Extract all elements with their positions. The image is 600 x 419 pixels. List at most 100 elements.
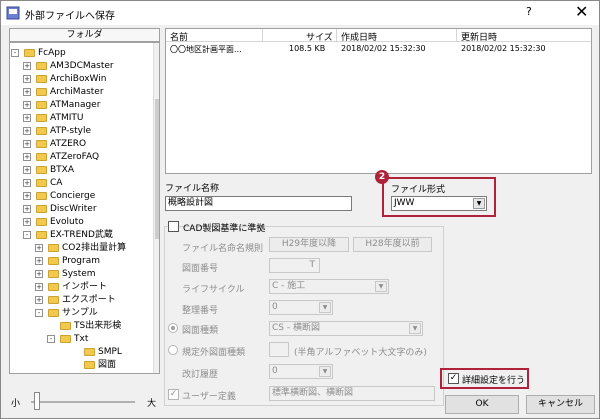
folder-icon [36,62,47,70]
size-slider-track[interactable] [31,401,135,403]
collapse-icon[interactable]: - [47,335,55,343]
drawing-number-label: 図面番号 [182,264,219,274]
collapse-icon[interactable]: - [11,49,19,57]
expand-icon[interactable]: + [23,192,31,200]
expand-icon[interactable]: + [23,166,31,174]
expand-icon[interactable]: + [23,218,31,226]
expand-icon[interactable]: + [35,244,43,252]
tree-item-label: ATMITU [50,113,84,123]
tree-scrollbar-thumb[interactable] [155,99,159,239]
collapse-icon[interactable]: - [23,231,31,239]
lifecycle-select[interactable]: C - 施工 ▼ [269,279,389,294]
save-to-external-file-dialog: 外部ファイルへ保存 ? ✕ フォルダ 図面 SMPL - Txt TS出来形検 - サンプル… [0,0,600,419]
folder-icon [36,114,47,122]
folder-icon [36,153,47,161]
expand-icon[interactable]: + [35,283,43,291]
h29-button[interactable]: H29年度以降 [269,237,349,252]
folder-icon [60,322,71,330]
close-button[interactable]: ✕ [575,2,588,21]
non-standard-hint: (半角アルファベット大文字のみ) [294,348,427,358]
expand-icon[interactable]: + [23,153,31,161]
sort-number-select[interactable]: 0 ▼ [269,300,333,315]
drawing-type-select[interactable]: CS - 横断図 ▼ [269,321,423,336]
folder-icon [36,166,47,174]
slider-large-label: 大 [147,399,157,409]
tree-item-label: BTXA [50,165,74,175]
folder-icon [60,335,71,343]
folder-icon [48,283,59,291]
sort-number-value: 0 [272,302,278,312]
expand-icon[interactable]: + [35,296,43,304]
user-def-label: ユーザー定義 [182,392,236,402]
folder-icon [36,192,47,200]
user-def-field[interactable]: 標準横断図、横断図 [269,386,435,401]
column-created[interactable]: 作成日時 [341,30,377,43]
folder-icon [48,257,59,265]
tree-item-label: AM3DCMaster [50,61,114,71]
non-standard-radio[interactable] [168,345,178,355]
sort-number-label: 整理番号 [182,306,219,316]
chevron-down-icon[interactable]: ▼ [319,366,331,377]
expand-icon[interactable]: + [23,114,31,122]
drawing-number-field[interactable]: T [269,258,320,273]
revision-select[interactable]: 0 ▼ [269,364,333,379]
tree-item-label: ArchiMaster [50,87,104,97]
expand-icon[interactable]: + [23,205,31,213]
column-modified[interactable]: 更新日時 [461,30,497,43]
expand-icon[interactable]: + [23,127,31,135]
file-modified-cell: 2018/02/02 15:32:30 [461,44,546,53]
folder-tree[interactable]: 図面 SMPL - Txt TS出来形検 - サンプル + エクスポート + インポート + Syste… [9,42,160,374]
folder-icon [36,88,47,96]
expand-icon[interactable]: + [23,140,31,148]
folder-icon [84,348,95,356]
collapse-icon[interactable]: - [35,309,43,317]
cad-standard-checkbox[interactable] [168,221,179,232]
help-button[interactable]: ? [526,5,532,18]
expand-icon[interactable]: + [23,62,31,70]
tree-item-label: ATZeroFAQ [50,152,100,162]
chevron-down-icon[interactable]: ▼ [409,323,421,334]
file-list-header: 名前 サイズ 作成日時 更新日時 [166,29,591,43]
tree-scrollbar[interactable] [153,43,159,373]
file-name-field[interactable]: 概略設計図 [165,196,352,211]
naming-rule-label: ファイル名命名規則 [182,244,264,254]
folder-icon [48,309,59,317]
tree-item-label: ATManager [50,100,101,110]
tree-item-label: Evoluto [50,217,84,227]
chevron-down-icon[interactable]: ▼ [473,198,485,209]
tree-item-label: ArchiBoxWin [50,74,107,84]
size-slider-thumb[interactable] [34,392,40,410]
window-title: 外部ファイルへ保存 [25,11,115,22]
folder-icon [36,75,47,83]
expand-icon[interactable]: + [35,257,43,265]
expand-icon[interactable]: + [23,101,31,109]
non-standard-field[interactable] [269,342,289,357]
tree-item-label: DiscWriter [50,204,97,214]
cancel-button[interactable]: キャンセル [526,395,595,414]
expand-icon[interactable]: + [23,88,31,96]
tree-item-label: エクスポート [62,295,116,305]
column-size[interactable]: サイズ [306,30,333,43]
chevron-down-icon[interactable]: ▼ [319,302,331,313]
expand-icon[interactable]: + [23,179,31,187]
tree-item-label: インポート [62,282,108,292]
drawing-type-radio[interactable] [168,323,178,333]
tree-item-label: System [62,269,96,279]
folder-icon [48,270,59,278]
ok-button[interactable]: OK [445,395,519,414]
revision-label: 改訂履歴 [182,370,219,380]
tree-item-label: SMPL [98,347,122,357]
chevron-down-icon[interactable]: ▼ [375,281,387,292]
cad-standard-label: CAD製図基準に準拠 [183,224,266,234]
h28-button[interactable]: H28年度以前 [353,237,432,252]
expand-icon[interactable]: + [35,270,43,278]
detail-settings-checkbox[interactable]: ✓ [448,373,459,384]
folder-icon [36,179,47,187]
file-list[interactable]: 名前 サイズ 作成日時 更新日時 〇〇地区計画平面... 108.5 KB 20… [165,28,592,174]
column-name[interactable]: 名前 [170,30,188,43]
user-def-checkbox[interactable]: ✓ [168,389,179,400]
expand-icon[interactable]: + [23,75,31,83]
tree-item-label: サンプル [62,308,98,318]
file-format-value: JWW [394,198,415,208]
file-format-select[interactable]: JWW ▼ [391,196,487,211]
